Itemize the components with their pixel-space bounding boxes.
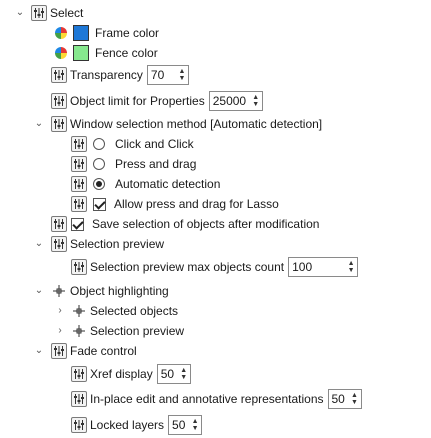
frame-color-label: Frame color [95, 26, 160, 40]
lasso-checkbox-row[interactable]: Allow press and drag for Lasso [71, 195, 279, 213]
spin-down-icon[interactable]: ▼ [192, 425, 199, 432]
xref-display-row: Xref display 50 ▲ ▼ [71, 364, 191, 384]
transparency-spinbox[interactable]: 70 ▲ ▼ [146, 65, 189, 85]
settings-sliders-icon [31, 5, 47, 21]
save-selection-checkbox-row[interactable]: Save selection of objects after modifica… [51, 215, 319, 233]
window-selection-label: Window selection method [Automatic detec… [70, 117, 323, 131]
expand-selected-objects-chevron[interactable]: › [55, 306, 65, 316]
save-selection-checkbox[interactable] [71, 217, 84, 231]
selection-preview-label: Selection preview [70, 237, 165, 251]
radio-click-and-click[interactable] [93, 138, 105, 150]
spin-down-icon[interactable]: ▼ [252, 101, 259, 108]
object-limit-spinbox[interactable]: 25000 ▲ ▼ [208, 91, 263, 111]
spin-down-icon[interactable]: ▼ [178, 75, 185, 82]
xref-display-label: Xref display [90, 367, 153, 381]
spin-up-icon[interactable]: ▲ [348, 260, 355, 267]
settings-sliders-icon [51, 93, 67, 109]
tree-item-selection-preview[interactable]: Selection preview [51, 235, 164, 253]
object-limit-label: Object limit for Properties [70, 94, 205, 108]
settings-sliders-icon [51, 67, 67, 83]
radio-label: Click and Click [115, 137, 194, 151]
spin-down-icon[interactable]: ▼ [351, 399, 358, 406]
tree-item-label: Select [50, 6, 84, 20]
spin-up-icon[interactable]: ▲ [192, 418, 199, 425]
settings-sliders-icon [51, 116, 67, 132]
lasso-checkbox[interactable] [93, 197, 106, 211]
settings-sliders-icon [71, 176, 87, 192]
inplace-edit-value[interactable]: 50 [329, 392, 349, 406]
crosshair-icon [51, 283, 67, 299]
settings-sliders-icon [71, 196, 87, 212]
settings-sliders-icon [71, 366, 87, 382]
spin-up-icon[interactable]: ▲ [351, 392, 358, 399]
radio-automatic-detection[interactable] [93, 178, 105, 190]
fade-control-label: Fade control [70, 344, 137, 358]
object-limit-value[interactable]: 25000 [210, 94, 250, 108]
max-objects-value[interactable]: 100 [289, 260, 345, 274]
save-selection-label: Save selection of objects after modifica… [92, 217, 320, 231]
collapse-selection-preview-chevron[interactable]: ⌄ [34, 239, 44, 249]
radio-press-and-drag[interactable] [93, 158, 105, 170]
settings-sliders-icon [51, 343, 67, 359]
settings-sliders-icon [71, 259, 87, 275]
radio-row-click-and-click[interactable]: Click and Click [71, 135, 194, 153]
settings-sliders-icon [71, 417, 87, 433]
crosshair-icon [71, 323, 87, 339]
spin-up-icon[interactable]: ▲ [178, 68, 185, 75]
transparency-value[interactable]: 70 [148, 68, 176, 82]
collapse-window-selection-chevron[interactable]: ⌄ [34, 119, 44, 129]
lasso-label: Allow press and drag for Lasso [114, 197, 279, 211]
locked-layers-spinbox[interactable]: 50 ▲ ▼ [168, 415, 203, 435]
max-objects-label: Selection preview max objects count [90, 260, 285, 274]
radio-row-press-and-drag[interactable]: Press and drag [71, 155, 196, 173]
locked-layers-row: Locked layers 50 ▲ ▼ [71, 415, 203, 435]
collapse-object-highlighting-chevron[interactable]: ⌄ [34, 286, 44, 296]
spin-down-icon[interactable]: ▼ [180, 374, 187, 381]
radio-label: Automatic detection [115, 177, 221, 191]
xref-display-value[interactable]: 50 [158, 367, 178, 381]
max-objects-row: Selection preview max objects count 100 … [71, 257, 359, 277]
inplace-edit-spinbox[interactable]: 50 ▲ ▼ [327, 389, 362, 409]
fence-color-row[interactable]: Fence color [55, 44, 158, 62]
collapse-select-chevron[interactable]: ⌄ [15, 8, 25, 18]
max-objects-spinbox[interactable]: 100 ▲ ▼ [288, 257, 359, 277]
tree-item-selected-objects[interactable]: Selected objects [71, 302, 178, 320]
object-highlighting-label: Object highlighting [70, 284, 169, 298]
settings-sliders-icon [51, 216, 67, 232]
settings-sliders-icon [51, 236, 67, 252]
object-limit-row: Object limit for Properties 25000 ▲ ▼ [51, 91, 263, 111]
spin-down-icon[interactable]: ▼ [348, 267, 355, 274]
transparency-label: Transparency [70, 68, 143, 82]
crosshair-icon [71, 303, 87, 319]
settings-sliders-icon [71, 391, 87, 407]
locked-layers-label: Locked layers [90, 418, 165, 432]
frame-color-row[interactable]: Frame color [55, 24, 159, 42]
tree-item-highlight-selection-preview[interactable]: Selection preview [71, 322, 184, 340]
expand-highlight-selection-preview-chevron[interactable]: › [55, 326, 65, 336]
settings-sliders-icon [71, 136, 87, 152]
selected-objects-label: Selected objects [90, 304, 179, 318]
inplace-edit-row: In-place edit and annotative representat… [71, 389, 362, 409]
tree-item-select[interactable]: Select [31, 4, 83, 22]
color-palette-icon [55, 47, 67, 59]
collapse-fade-control-chevron[interactable]: ⌄ [34, 346, 44, 356]
color-palette-icon [55, 27, 67, 39]
inplace-edit-label: In-place edit and annotative representat… [90, 392, 324, 406]
fence-color-swatch[interactable] [73, 45, 89, 61]
fence-color-label: Fence color [95, 46, 158, 60]
tree-item-window-selection[interactable]: Window selection method [Automatic detec… [51, 115, 322, 133]
highlight-selection-preview-label: Selection preview [90, 324, 185, 338]
xref-display-spinbox[interactable]: 50 ▲ ▼ [156, 364, 191, 384]
tree-item-object-highlighting[interactable]: Object highlighting [51, 282, 169, 300]
tree-item-fade-control[interactable]: Fade control [51, 342, 137, 360]
radio-label: Press and drag [115, 157, 197, 171]
transparency-row: Transparency 70 ▲ ▼ [51, 65, 189, 85]
locked-layers-value[interactable]: 50 [169, 418, 189, 432]
spin-up-icon[interactable]: ▲ [252, 94, 259, 101]
frame-color-swatch[interactable] [73, 25, 89, 41]
radio-row-automatic-detection[interactable]: Automatic detection [71, 175, 220, 193]
spin-up-icon[interactable]: ▲ [180, 367, 187, 374]
settings-sliders-icon [71, 156, 87, 172]
